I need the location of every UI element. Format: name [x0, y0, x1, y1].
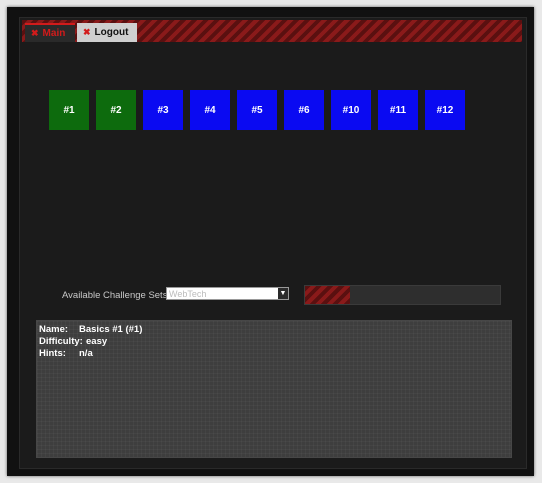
detail-name-key: Name: — [39, 324, 69, 335]
challenge-details: Name: Basics #1 (#1) Difficulty: easy Hi… — [36, 320, 512, 458]
challenge-tile[interactable]: #3 — [143, 90, 183, 130]
logout-icon: ✖ — [83, 27, 91, 37]
chevron-down-icon[interactable]: ▼ — [278, 288, 288, 299]
detail-hints-key: Hints: — [39, 348, 66, 359]
detail-hints-row: Hints: n/a — [39, 348, 93, 359]
tab-main[interactable]: ✖ Main — [25, 23, 75, 42]
tab-main-label: Main — [42, 28, 66, 39]
progress-fill — [305, 286, 350, 304]
detail-difficulty-key: Difficulty: — [39, 336, 83, 347]
detail-name-row: Name: Basics #1 (#1) — [39, 324, 142, 335]
challenge-tile[interactable]: #11 — [378, 90, 418, 130]
challenge-tile[interactable]: #12 — [425, 90, 465, 130]
home-icon: ✖ — [31, 28, 39, 38]
detail-name-value: Basics #1 (#1) — [79, 324, 143, 335]
top-bar: ✖ Main ✖ Logout — [22, 20, 522, 42]
challenge-tile[interactable]: #5 — [237, 90, 277, 130]
tab-logout[interactable]: ✖ Logout — [77, 23, 137, 42]
app-frame: ✖ Main ✖ Logout #1 #2 #3 #4 #5 #6 #10 #11 #12 Av… — [7, 7, 534, 476]
challenge-set-selected: WebTech — [169, 289, 207, 299]
progress-bar — [304, 285, 501, 305]
detail-difficulty-row: Difficulty: easy — [39, 336, 107, 347]
challenge-tile[interactable]: #2 — [96, 90, 136, 130]
detail-difficulty-value: easy — [86, 336, 108, 347]
challenge-tile[interactable]: #6 — [284, 90, 324, 130]
challenge-tile[interactable]: #10 — [331, 90, 371, 130]
detail-hints-value: n/a — [79, 348, 93, 359]
tab-logout-label: Logout — [94, 27, 129, 38]
challenge-sets-label: Available Challenge Sets: — [62, 290, 171, 301]
main-panel: ✖ Main ✖ Logout #1 #2 #3 #4 #5 #6 #10 #11 #12 Av… — [19, 17, 527, 469]
challenge-set-select[interactable]: WebTech ▼ — [166, 287, 289, 300]
challenge-tile[interactable]: #1 — [49, 90, 89, 130]
challenge-tile[interactable]: #4 — [190, 90, 230, 130]
